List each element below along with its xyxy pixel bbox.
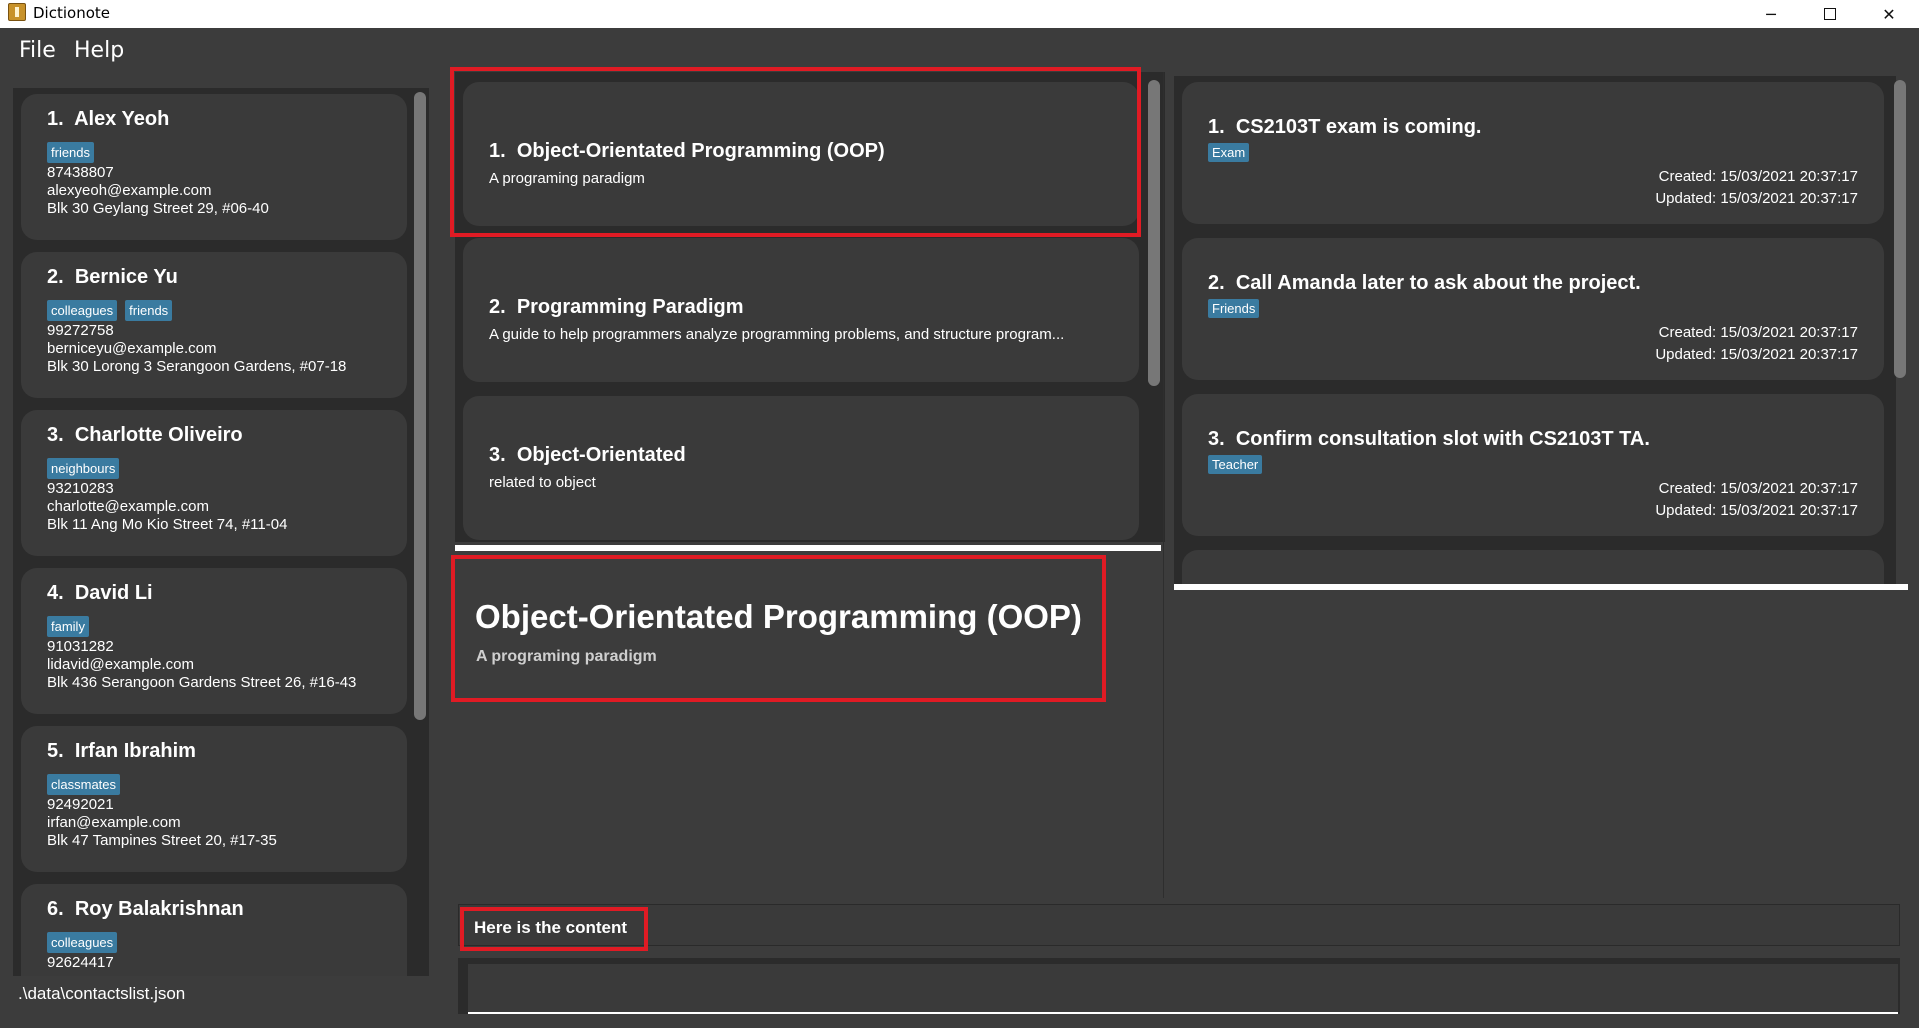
contact-card[interactable]: 2. Bernice Yu colleagues friends 99272758… <box>21 252 407 398</box>
contact-address: Blk 47 Tampines Street 20, #17-35 <box>47 832 277 849</box>
note-card[interactable]: 2. Call Amanda later to ask about the pr… <box>1182 238 1884 380</box>
contact-email: alexyeoh@example.com <box>47 182 212 199</box>
contact-address: Blk 30 Lorong 3 Serangoon Gardens, #07-1… <box>47 358 347 375</box>
dictionary-entry-card[interactable]: 2. Programming Paradigm A guide to help … <box>463 238 1139 382</box>
contact-name: 2. Bernice Yu <box>47 266 178 288</box>
note-created: Created: 15/03/2021 20:37:17 <box>1658 168 1858 185</box>
contact-tag: colleagues <box>47 932 118 953</box>
note-updated: Updated: 15/03/2021 20:37:17 <box>1655 346 1858 363</box>
note-updated: Updated: 15/03/2021 20:37:17 <box>1655 502 1858 519</box>
note-card[interactable]: 3. Confirm consultation slot with CS2103… <box>1182 394 1884 536</box>
note-created: Created: 15/03/2021 20:37:17 <box>1658 324 1858 341</box>
contact-card[interactable]: 4. David Li family 91031282 lidavid@exam… <box>21 568 407 714</box>
status-file-path: .\data\contactslist.json <box>18 984 186 1003</box>
contact-phone: 92492021 <box>47 796 114 813</box>
contact-tag: classmates <box>47 774 121 795</box>
contact-tag: colleagues <box>47 300 118 321</box>
menu-help[interactable]: Help <box>74 38 124 63</box>
close-button[interactable]: ✕ <box>1860 0 1918 28</box>
split-divider[interactable] <box>455 545 1161 551</box>
contact-card[interactable]: 6. Roy Balakrishnan colleagues 92624417 <box>21 884 407 976</box>
note-list-scrollbar[interactable] <box>1894 80 1906 378</box>
maximize-button[interactable] <box>1801 0 1859 28</box>
contact-email: irfan@example.com <box>47 814 181 831</box>
contact-email: charlotte@example.com <box>47 498 209 515</box>
minimize-button[interactable]: ─ <box>1742 0 1800 28</box>
menu-file[interactable]: File <box>19 38 56 63</box>
entry-description: related to object <box>489 474 596 491</box>
contact-name: 5. Irfan Ibrahim <box>47 740 196 762</box>
note-card[interactable] <box>1182 550 1884 584</box>
note-created: Created: 15/03/2021 20:37:17 <box>1658 480 1858 497</box>
entry-description: A guide to help programmers analyze prog… <box>489 326 1065 343</box>
dictionary-entry-card[interactable]: 1. Object-Orientated Programming (OOP) A… <box>463 82 1139 226</box>
contact-tag: friends <box>47 142 95 163</box>
entry-title: 3. Object-Orientated <box>489 444 686 466</box>
window-title: Dictionote <box>33 4 110 22</box>
entry-description: A programing paradigm <box>489 170 645 187</box>
note-updated: Updated: 15/03/2021 20:37:17 <box>1655 190 1858 207</box>
note-title: 2. Call Amanda later to ask about the pr… <box>1208 272 1641 294</box>
contact-address: Blk 11 Ang Mo Kio Street 74, #11-04 <box>47 516 288 533</box>
detail-title: Object-Orientated Programming (OOP) <box>475 598 1082 635</box>
entry-title: 2. Programming Paradigm <box>489 296 744 318</box>
note-split-divider[interactable] <box>1174 584 1908 590</box>
contact-phone: 92624417 <box>47 954 114 971</box>
contact-phone: 99272758 <box>47 322 114 339</box>
result-display <box>458 904 1900 946</box>
note-list[interactable]: 1. CS2103T exam is coming. Exam Created:… <box>1174 76 1896 584</box>
contact-tag: friends <box>125 300 173 321</box>
note-title: 1. CS2103T exam is coming. <box>1208 116 1482 138</box>
contact-address: Blk 436 Serangoon Gardens Street 26, #16… <box>47 674 357 691</box>
contact-list[interactable]: 1. Alex Yeoh friends 87438807 alexyeoh@e… <box>13 88 429 976</box>
contact-tag: neighbours <box>47 458 120 479</box>
contact-phone: 93210283 <box>47 480 114 497</box>
dictionary-entry-card[interactable]: 3. Object-Orientated related to object <box>463 396 1139 540</box>
note-title: 3. Confirm consultation slot with CS2103… <box>1208 428 1650 450</box>
contact-phone: 87438807 <box>47 164 114 181</box>
maximize-icon <box>1824 8 1836 20</box>
contact-list-scrollbar[interactable] <box>414 92 426 720</box>
contact-phone: 91031282 <box>47 638 114 655</box>
contact-card[interactable]: 1. Alex Yeoh friends 87438807 alexyeoh@e… <box>21 94 407 240</box>
note-tag: Teacher <box>1208 455 1263 474</box>
menu-bar: File Help <box>0 28 1919 72</box>
contact-tag: family <box>47 616 89 637</box>
dictionary-list-scrollbar[interactable] <box>1148 80 1160 386</box>
app-icon <box>8 3 26 21</box>
contact-address: Blk 30 Geylang Street 29, #06-40 <box>47 200 269 217</box>
contact-email: berniceyu@example.com <box>47 340 217 357</box>
note-card[interactable]: 1. CS2103T exam is coming. Exam Created:… <box>1182 82 1884 224</box>
note-tag: Friends <box>1208 299 1260 318</box>
contact-name: 4. David Li <box>47 582 153 604</box>
dictionary-list[interactable]: 1. Object-Orientated Programming (OOP) A… <box>455 72 1165 542</box>
result-text: Here is the content <box>474 918 628 937</box>
command-input[interactable] <box>468 964 1898 1014</box>
contact-email: lidavid@example.com <box>47 656 194 673</box>
contact-card[interactable]: 5. Irfan Ibrahim classmates 92492021 irf… <box>21 726 407 872</box>
title-bar: Dictionote ─ ✕ <box>0 0 1919 28</box>
detail-description: A programing paradigm <box>476 648 657 665</box>
contact-card[interactable]: 3. Charlotte Oliveiro neighbours 9321028… <box>21 410 407 556</box>
note-tag: Exam <box>1208 143 1250 162</box>
contact-name: 6. Roy Balakrishnan <box>47 898 244 920</box>
entry-title: 1. Object-Orientated Programming (OOP) <box>489 140 885 162</box>
contact-name: 3. Charlotte Oliveiro <box>47 424 243 446</box>
contact-name: 1. Alex Yeoh <box>47 108 170 130</box>
panel-separator[interactable] <box>1163 72 1164 898</box>
